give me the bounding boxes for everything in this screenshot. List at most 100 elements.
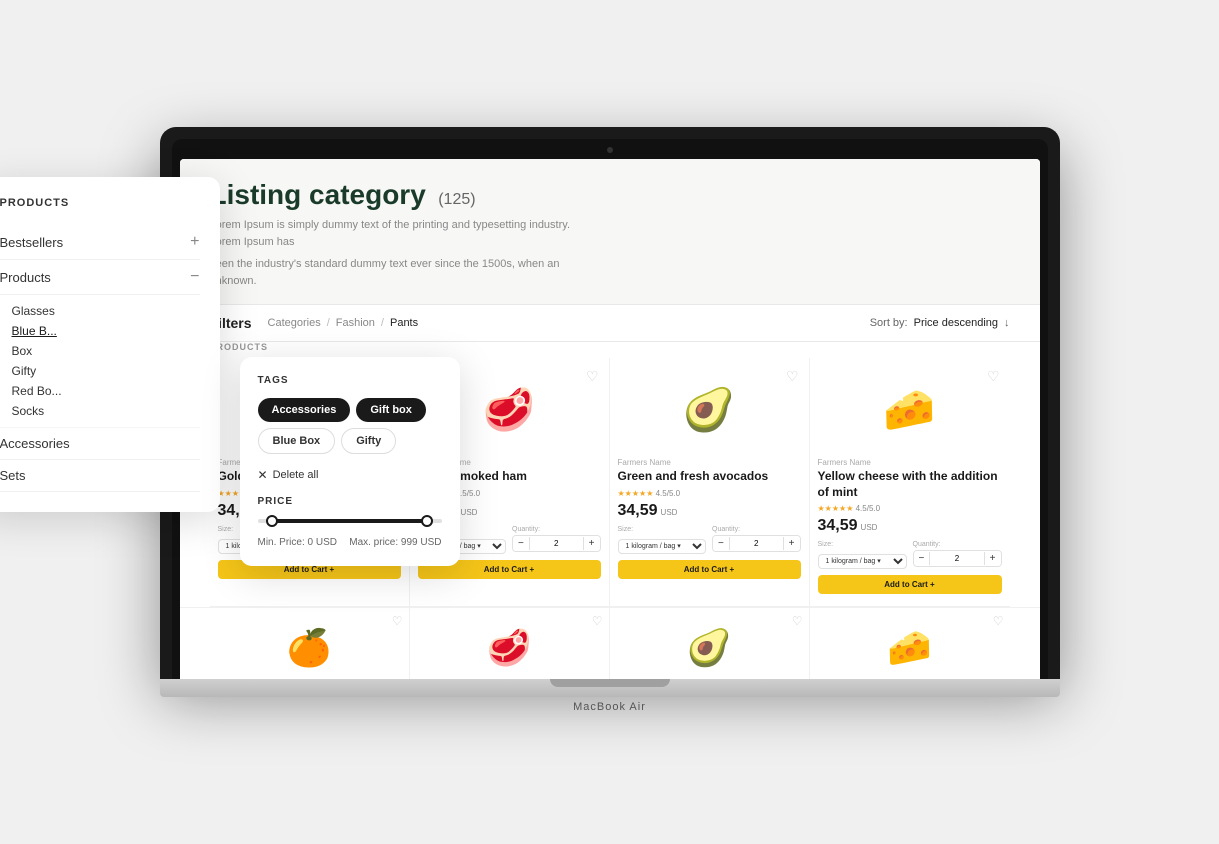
qty-minus-3[interactable]: − bbox=[914, 551, 930, 566]
sort-value[interactable]: Price descending bbox=[914, 317, 998, 329]
qty-plus-2[interactable]: + bbox=[784, 536, 800, 551]
add-to-cart-button-2[interactable]: Add to Cart + bbox=[618, 560, 801, 579]
qty-label-2: Quantity: bbox=[712, 526, 801, 533]
wishlist-sm-3[interactable]: ♡ bbox=[993, 614, 1004, 628]
wishlist-sm-1[interactable]: ♡ bbox=[592, 614, 603, 628]
price-currency-2: USD bbox=[661, 508, 678, 517]
price-currency-1: USD bbox=[461, 508, 478, 517]
product-stars-2: ★★★★★ 4.5/5.0 bbox=[618, 489, 801, 498]
laptop-notch bbox=[550, 679, 670, 687]
page-count: (125) bbox=[438, 191, 475, 208]
sidebar-item-sets[interactable]: Sets bbox=[0, 460, 200, 492]
sidebar-item-bestsellers-label: Bestsellers bbox=[0, 235, 63, 250]
product-card-3: ♡ 🧀 Farmers Name Yellow cheese with the … bbox=[810, 358, 1010, 607]
max-price-label: Max. price: 999 USD bbox=[349, 537, 441, 548]
tag-gifty[interactable]: Gifty bbox=[341, 428, 396, 454]
sort-arrow-icon[interactable]: ↓ bbox=[1004, 317, 1010, 329]
qty-value-1: 2 bbox=[529, 537, 584, 550]
price-slider[interactable] bbox=[258, 519, 442, 523]
sidebar-sub-bluebox[interactable]: Blue B... bbox=[12, 321, 200, 341]
laptop-wrapper: Listing category (125) Lorem Ipsum is si… bbox=[160, 127, 1060, 717]
product-name-2: Green and fresh avocados bbox=[618, 469, 801, 485]
wishlist-button-2[interactable]: ♡ bbox=[786, 368, 799, 385]
qty-control-3: − 2 + bbox=[913, 550, 1002, 567]
sort-by-label: Sort by: bbox=[870, 317, 908, 329]
qty-minus-2[interactable]: − bbox=[713, 536, 729, 551]
sidebar-sub-redbox[interactable]: Red Bo... bbox=[12, 381, 200, 401]
sidebar-sub-gifty[interactable]: Gifty bbox=[12, 361, 200, 381]
sidebar-item-bestsellers[interactable]: Bestsellers + bbox=[0, 225, 200, 260]
close-icon: ✕ bbox=[258, 468, 268, 482]
wishlist-button-1[interactable]: ♡ bbox=[586, 368, 599, 385]
product-image-2: 🥑 bbox=[618, 370, 801, 450]
qty-block-2: Quantity: − 2 + bbox=[712, 526, 801, 554]
sidebar-sets-label: Sets bbox=[0, 468, 26, 483]
qty-plus-1[interactable]: + bbox=[584, 536, 600, 551]
price-currency-3: USD bbox=[861, 523, 878, 532]
breadcrumb: Categories / Fashion / Pants bbox=[268, 317, 854, 329]
sidebar-item-products-label: Products bbox=[0, 270, 51, 285]
laptop-base bbox=[160, 679, 1060, 697]
product-grid-row-2: ♡ 🍊 ♡ 🥩 ♡ 🥑 ♡ 🧀 bbox=[180, 607, 1040, 679]
price-row-3: 34,59 USD bbox=[818, 517, 1002, 535]
wishlist-sm-0[interactable]: ♡ bbox=[392, 614, 403, 628]
tag-accessories[interactable]: Accessories bbox=[258, 398, 351, 422]
size-select-2[interactable]: 1 kilogram / bag ▾ bbox=[618, 539, 707, 554]
tag-bluebox[interactable]: Blue Box bbox=[258, 428, 336, 454]
sidebar-accessories-label: Accessories bbox=[0, 436, 70, 451]
listing-header: Listing category (125) Lorem Ipsum is si… bbox=[180, 159, 1040, 304]
delete-all-button[interactable]: ✕ Delete all bbox=[258, 468, 319, 482]
products-section-label: PRODUCTS bbox=[180, 342, 1040, 358]
price-range-labels: Min. Price: 0 USD Max. price: 999 USD bbox=[258, 537, 442, 548]
filter-popup: TAGS Accessories Gift box Blue Box Gifty… bbox=[240, 357, 460, 566]
sidebar-sub-socks[interactable]: Socks bbox=[12, 401, 200, 421]
page-description-2: been the industry's standard dummy text … bbox=[210, 256, 590, 289]
wishlist-button-3[interactable]: ♡ bbox=[987, 368, 1000, 385]
macbook-label: MacBook Air bbox=[160, 697, 1060, 717]
product-img-sm-2: 🥑 bbox=[679, 618, 739, 678]
qty-block-1: Quantity: − 2 + bbox=[512, 526, 601, 554]
qty-control-1: − 2 + bbox=[512, 535, 601, 552]
breadcrumb-pants[interactable]: Pants bbox=[390, 317, 418, 329]
qty-minus-1[interactable]: − bbox=[513, 536, 529, 551]
add-to-cart-button-3[interactable]: Add to Cart + bbox=[818, 575, 1002, 594]
product-card-sm-3: ♡ 🧀 bbox=[810, 608, 1010, 679]
page-description: Lorem Ipsum is simply dummy text of the … bbox=[210, 217, 590, 250]
sidebar-sub-box[interactable]: Box bbox=[12, 341, 200, 361]
delete-all-label: Delete all bbox=[273, 469, 319, 481]
size-select-3[interactable]: 1 kilogram / bag ▾ bbox=[818, 554, 907, 569]
qty-plus-3[interactable]: + bbox=[985, 551, 1001, 566]
wishlist-sm-2[interactable]: ♡ bbox=[792, 614, 803, 628]
sort-area: Sort by: Price descending ↓ bbox=[870, 317, 1010, 329]
price-value-2: 34,59 bbox=[618, 502, 658, 520]
qty-block-3: Quantity: − 2 + bbox=[913, 541, 1002, 569]
sidebar-sub-items: Glasses Blue B... Box Gifty Red Bo... So… bbox=[0, 295, 200, 428]
price-slider-min-thumb[interactable] bbox=[266, 515, 278, 527]
price-row-2: 34,59 USD bbox=[618, 502, 801, 520]
qty-label-3: Quantity: bbox=[913, 541, 1002, 548]
qty-value-3: 2 bbox=[929, 552, 984, 565]
size-label-2: Size: bbox=[618, 526, 707, 533]
breadcrumb-sep-1: / bbox=[327, 317, 330, 329]
product-image-3: 🧀 bbox=[818, 370, 1002, 450]
product-img-sm-1: 🥩 bbox=[479, 618, 539, 678]
price-value-3: 34,59 bbox=[818, 517, 858, 535]
price-slider-max-thumb[interactable] bbox=[421, 515, 433, 527]
sidebar-item-products[interactable]: Products − bbox=[0, 260, 200, 295]
qty-control-2: − 2 + bbox=[712, 535, 801, 552]
qty-label-1: Quantity: bbox=[512, 526, 601, 533]
tag-giftbox[interactable]: Gift box bbox=[356, 398, 426, 422]
sidebar-panel: PRODUCTS Bestsellers + Products − Glasse… bbox=[0, 177, 220, 512]
sidebar-expand-icon: + bbox=[190, 233, 199, 251]
breadcrumb-categories[interactable]: Categories bbox=[268, 317, 321, 329]
breadcrumb-fashion[interactable]: Fashion bbox=[336, 317, 375, 329]
product-card-2: ♡ 🥑 Farmers Name Green and fresh avocado… bbox=[610, 358, 810, 607]
price-slider-fill bbox=[276, 519, 423, 523]
filter-bar: Filters Categories / Fashion / Pants Sor… bbox=[180, 304, 1040, 342]
sidebar-sub-glasses[interactable]: Glasses bbox=[12, 301, 200, 321]
product-img-sm-0: 🍊 bbox=[279, 618, 339, 678]
sidebar-item-accessories[interactable]: Accessories bbox=[0, 428, 200, 460]
sidebar-title: PRODUCTS bbox=[0, 197, 200, 209]
farmer-name-2: Farmers Name bbox=[618, 458, 801, 467]
product-card-sm-1: ♡ 🥩 bbox=[410, 608, 610, 679]
